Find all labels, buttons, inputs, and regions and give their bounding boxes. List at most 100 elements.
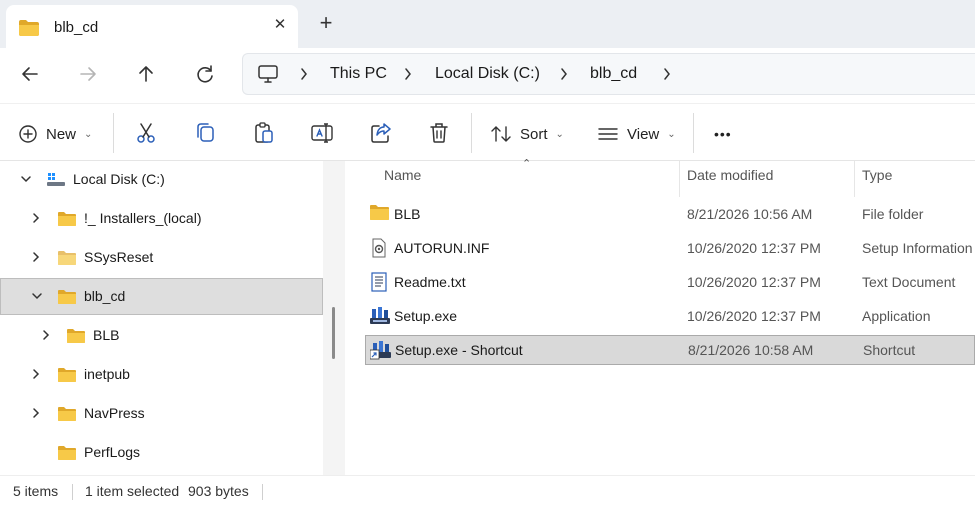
folder-icon xyxy=(19,20,39,36)
file-row-setup-shortcut[interactable]: Setup.exe - Shortcut 8/21/2026 10:58 AM … xyxy=(365,335,975,365)
file-type: File folder xyxy=(862,206,924,222)
file-name: BLB xyxy=(394,206,421,222)
tree-label: !_ Installers_(local) xyxy=(84,210,202,226)
chevron-right-icon xyxy=(301,68,307,80)
cut-icon[interactable] xyxy=(134,121,158,145)
text-document-icon xyxy=(371,272,387,292)
share-icon[interactable] xyxy=(369,121,393,145)
tab-blb-cd[interactable]: blb_cd ✕ xyxy=(6,5,298,48)
tree-label: inetpub xyxy=(84,366,130,382)
delete-icon[interactable] xyxy=(427,121,451,145)
scrollbar-thumb[interactable] xyxy=(332,307,335,359)
tree-label: PerfLogs xyxy=(84,444,141,460)
tree-label: BLB xyxy=(93,327,120,343)
chevron-right-icon[interactable] xyxy=(662,66,672,82)
folder-icon xyxy=(370,205,389,220)
file-date: 8/21/2026 10:58 AM xyxy=(688,342,814,358)
file-row-blb[interactable]: BLB 8/21/2026 10:56 AM File folder xyxy=(365,199,975,229)
file-name: AUTORUN.INF xyxy=(394,240,490,256)
folder-icon xyxy=(58,251,76,265)
tree-item-local-disk[interactable]: Local Disk (C:) xyxy=(0,161,323,198)
sort-ascending-icon: ⌃ xyxy=(522,158,532,170)
chevron-right-icon[interactable] xyxy=(403,66,413,82)
chevron-down-icon: ⌄ xyxy=(84,128,93,140)
chevron-down-icon[interactable] xyxy=(30,289,44,303)
column-header-type[interactable]: Type xyxy=(862,167,892,183)
nav-pane-scrollbar[interactable] xyxy=(323,161,345,475)
folder-icon xyxy=(58,368,76,382)
sort-icon xyxy=(491,126,511,142)
column-divider[interactable] xyxy=(854,161,855,197)
file-name: Readme.txt xyxy=(394,274,466,290)
forward-arrow-icon[interactable] xyxy=(74,60,102,88)
copy-icon[interactable] xyxy=(193,121,217,145)
view-button[interactable]: View ⌄ xyxy=(597,122,676,146)
file-type: Application xyxy=(862,308,931,324)
file-row-setup-exe[interactable]: Setup.exe 10/26/2020 12:37 PM Applicatio… xyxy=(365,301,975,331)
view-label: View xyxy=(627,125,660,143)
tree-item-navpress[interactable]: NavPress xyxy=(0,395,323,432)
tree-label: NavPress xyxy=(84,405,145,421)
sort-button[interactable]: Sort ⌄ xyxy=(490,122,564,146)
rename-icon[interactable] xyxy=(310,121,334,145)
file-type: Text Document xyxy=(862,274,956,290)
column-header-name[interactable]: Name xyxy=(384,167,421,183)
list-view-icon xyxy=(598,128,618,140)
tree-item-installers[interactable]: !_ Installers_(local) xyxy=(0,200,323,237)
file-row-readme-txt[interactable]: Readme.txt 10/26/2020 12:37 PM Text Docu… xyxy=(365,267,975,297)
tree-item-perflogs[interactable]: PerfLogs xyxy=(0,434,323,471)
chevron-right-icon[interactable] xyxy=(39,328,53,342)
file-list: ⌃ Name Date modified Type BLB 8/21/2026 … xyxy=(345,158,975,475)
breadcrumb-blb-cd[interactable]: blb_cd xyxy=(590,65,637,83)
tree-item-ssysreset[interactable]: SSysReset xyxy=(0,239,323,276)
tree-item-blb[interactable]: BLB xyxy=(0,317,323,354)
setup-info-file-icon xyxy=(372,238,386,258)
file-name: Setup.exe xyxy=(394,308,458,324)
column-header-date[interactable]: Date modified xyxy=(687,167,773,183)
divider xyxy=(72,484,73,500)
chevron-down-icon: ⌄ xyxy=(667,128,676,140)
chevron-right-icon[interactable] xyxy=(29,367,43,381)
up-arrow-icon[interactable] xyxy=(132,60,160,88)
column-divider[interactable] xyxy=(679,161,680,197)
refresh-icon[interactable] xyxy=(191,60,219,88)
new-label: New xyxy=(46,125,77,143)
file-row-autorun-inf[interactable]: AUTORUN.INF 10/26/2020 12:37 PM Setup In… xyxy=(365,233,975,263)
tree-item-inetpub[interactable]: inetpub xyxy=(0,356,323,393)
selection-size: 903 bytes xyxy=(188,483,249,499)
tree-item-blb-cd[interactable]: blb_cd xyxy=(0,278,323,315)
tab-title: blb_cd xyxy=(54,19,99,36)
command-bar: New ⌄ Sort ⌄ View ⌄ ••• xyxy=(0,103,975,161)
file-name: Setup.exe - Shortcut xyxy=(395,342,523,358)
divider xyxy=(471,113,472,153)
chevron-right-icon[interactable] xyxy=(29,211,43,225)
chevron-down-icon[interactable] xyxy=(19,172,33,186)
new-tab-button[interactable]: + xyxy=(314,10,338,36)
status-bar: 5 items 1 item selected 903 bytes xyxy=(0,475,975,507)
breadcrumb-this-pc[interactable]: This PC xyxy=(330,65,387,83)
chevron-right-icon[interactable] xyxy=(29,406,43,420)
monitor-icon xyxy=(258,65,278,83)
more-options-button[interactable]: ••• xyxy=(714,122,732,146)
tree-label: SSysReset xyxy=(84,249,154,265)
folder-icon xyxy=(58,407,76,421)
chevron-right-icon[interactable] xyxy=(29,250,43,264)
navigation-bar: This PC Local Disk (C:) blb_cd xyxy=(0,48,975,100)
new-button[interactable]: New ⌄ xyxy=(18,122,92,146)
back-arrow-icon[interactable] xyxy=(16,60,44,88)
close-tab-icon[interactable]: ✕ xyxy=(270,15,290,33)
item-count: 5 items xyxy=(13,483,59,499)
paste-icon[interactable] xyxy=(252,121,276,145)
chevron-right-icon[interactable] xyxy=(559,66,569,82)
folder-icon xyxy=(67,329,85,343)
plus-circle-icon xyxy=(19,125,37,143)
breadcrumb-local-disk[interactable]: Local Disk (C:) xyxy=(435,65,540,83)
tab-strip: blb_cd ✕ + xyxy=(0,0,975,48)
drive-icon xyxy=(47,173,65,186)
file-date: 8/21/2026 10:56 AM xyxy=(687,206,813,222)
selection-count: 1 item selected xyxy=(85,483,180,499)
address-bar[interactable]: This PC Local Disk (C:) blb_cd xyxy=(242,53,975,95)
tree-label: Local Disk (C:) xyxy=(73,171,165,187)
file-type: Setup Information xyxy=(862,240,973,256)
file-date: 10/26/2020 12:37 PM xyxy=(687,240,821,256)
